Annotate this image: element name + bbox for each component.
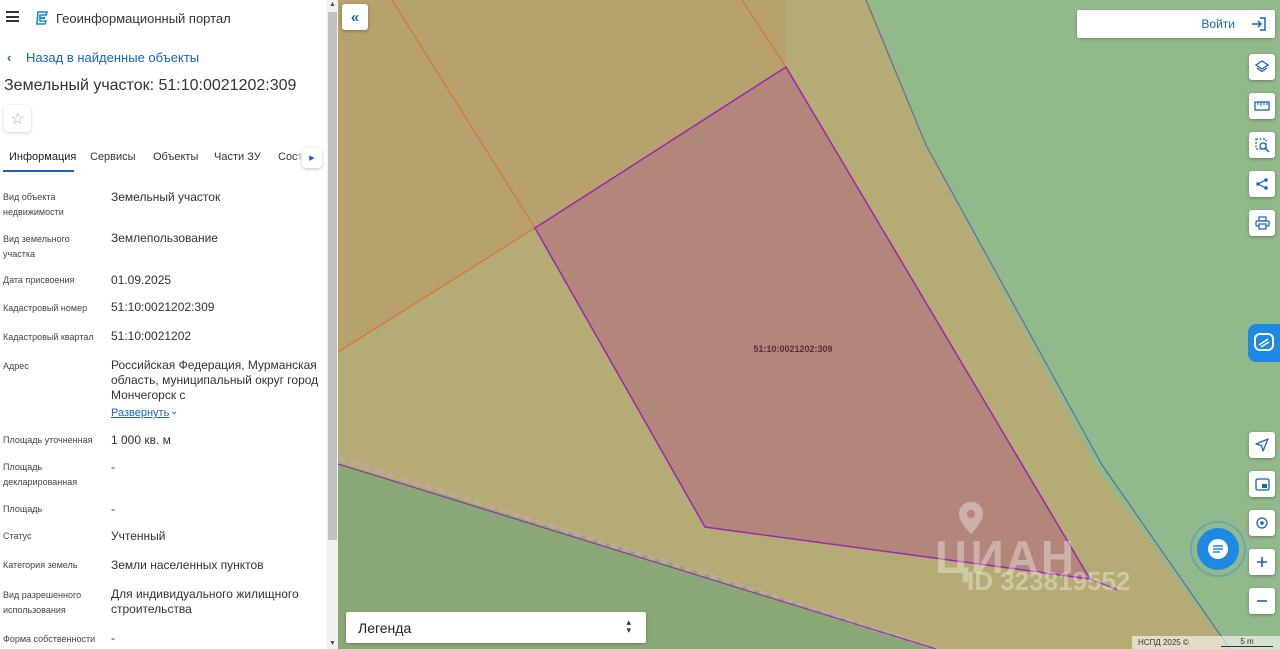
login-icon: [1252, 17, 1266, 31]
property-value: 51:10:0021202:309: [111, 300, 215, 314]
tab-objects[interactable]: Объекты: [153, 151, 198, 163]
property-value: -: [111, 631, 115, 645]
chevron-left-icon: ‹: [7, 50, 12, 65]
zoom-out-button[interactable]: [1249, 588, 1275, 614]
property-label: Кадастровый номер: [3, 303, 88, 313]
property-label: Категория земель: [3, 560, 78, 570]
chevron-up-down-icon: ▴ ▾: [626, 617, 631, 635]
share-icon: [1256, 178, 1268, 190]
print-icon: [1254, 216, 1270, 230]
chat-widget-button[interactable]: [1248, 324, 1280, 362]
legend-label: Легенда: [358, 620, 412, 636]
watermark-id: ID 323819552: [967, 566, 1131, 596]
zoom-in-icon: [1257, 557, 1267, 567]
property-value: -: [111, 502, 115, 516]
property-label: Кадастровый квартал: [3, 332, 94, 342]
scale-bar: 5 m: [1221, 638, 1273, 647]
collapse-panel-button[interactable]: «: [342, 4, 368, 30]
tab-info[interactable]: Информация: [9, 151, 76, 163]
chevron-down-icon[interactable]: ⌄: [170, 406, 178, 417]
ruler-icon: [1254, 101, 1270, 111]
map-attribution: НСПД 2025 © 5 m: [1132, 636, 1280, 649]
attribution-text: НСПД 2025 ©: [1138, 638, 1189, 647]
property-label: Вид земельного участка: [3, 234, 70, 259]
property-label: Адрес: [3, 361, 29, 371]
panel-header: Геоинформационный портал: [0, 0, 327, 36]
login-label: Войти: [1201, 17, 1235, 31]
zoom-out-icon: [1257, 600, 1267, 602]
info-panel: Геоинформационный портал ‹ Назад в найден…: [0, 0, 327, 649]
tab-parts[interactable]: Части ЗУ: [214, 151, 261, 163]
scroll-up-arrow[interactable]: ▲: [329, 1, 336, 9]
property-label: Площадь уточненная: [3, 435, 93, 445]
zoom-in-button[interactable]: [1249, 549, 1275, 575]
active-tab-indicator: [3, 170, 74, 172]
property-value: Учтенный: [111, 529, 166, 543]
property-label: Площадь декларированная: [3, 462, 78, 487]
print-button[interactable]: [1249, 210, 1275, 236]
locate-button[interactable]: [1249, 510, 1275, 536]
scroll-down-arrow[interactable]: ▼: [329, 640, 336, 648]
property-value: Для индивидуального жилищного строительс…: [111, 587, 299, 616]
navigate-button[interactable]: [1249, 432, 1275, 458]
back-link-label: Назад в найденные объекты: [26, 50, 200, 65]
property-label: Площадь: [3, 504, 43, 514]
favorite-star-button[interactable]: ☆: [4, 105, 31, 132]
property-value: Землепользование: [111, 231, 218, 245]
property-label: Статус: [3, 531, 32, 541]
panel-scrollbar[interactable]: ▲ ▼: [327, 0, 338, 649]
message-icon: [1208, 539, 1228, 559]
property-value: 1 000 кв. м: [111, 433, 171, 447]
app-title: Геоинформационный портал: [56, 11, 231, 26]
page-title: Земельный участок: 51:10:0021202:309: [4, 77, 297, 94]
tab-services[interactable]: Сервисы: [90, 151, 136, 163]
property-value: 01.09.2025: [111, 273, 172, 287]
chat-widget-icon: [1254, 333, 1274, 351]
support-chat-button[interactable]: [1197, 528, 1239, 570]
scrollbar-thumb[interactable]: [328, 12, 337, 540]
measure-button[interactable]: [1249, 93, 1275, 119]
area-search-icon: [1254, 137, 1270, 153]
double-chevron-left-icon: «: [350, 8, 360, 26]
share-button[interactable]: [1249, 171, 1275, 197]
minimap-icon: [1254, 477, 1270, 491]
star-icon: ☆: [10, 110, 25, 128]
locate-icon: [1256, 517, 1268, 529]
hamburger-menu-icon[interactable]: [6, 11, 19, 22]
layers-icon: [1255, 60, 1269, 73]
property-value: -: [111, 460, 115, 474]
property-label: Дата присвоения: [3, 275, 75, 285]
area-search-button[interactable]: [1249, 132, 1275, 158]
property-value: Земельный участок: [111, 190, 221, 204]
property-label: Форма собственности: [3, 634, 96, 644]
triangle-right-icon: ▶: [309, 155, 315, 162]
property-value: Земли населенных пунктов: [111, 558, 264, 572]
expand-address-link[interactable]: Развернуть: [111, 407, 169, 419]
layers-button[interactable]: [1249, 54, 1275, 80]
navigate-icon: [1255, 438, 1269, 452]
address-value: Российская Федерация, Мурманская область…: [111, 358, 319, 402]
map-canvas[interactable]: 51:10:0021202:309: [338, 0, 1280, 649]
back-to-results-link[interactable]: ‹ Назад в найденные объекты: [7, 50, 199, 65]
tab-scroll-right-button[interactable]: ▶: [302, 148, 322, 168]
portal-logo-icon: [36, 11, 49, 25]
property-label: Вид объекта недвижимости: [3, 192, 64, 217]
tab-bar: Информация Сервисы Объекты Части ЗУ Сост…: [0, 144, 327, 172]
login-button[interactable]: Войти: [1077, 10, 1275, 38]
map-layers: 51:10:0021202:309: [338, 0, 1231, 649]
property-value: 51:10:0021202: [111, 329, 192, 343]
parcel-label: 51:10:0021202:309: [753, 344, 832, 354]
minimap-button[interactable]: [1249, 471, 1275, 497]
legend-dropdown[interactable]: Легенда ▴ ▾: [346, 612, 646, 643]
property-label: Вид разрешенного использования: [3, 590, 82, 615]
